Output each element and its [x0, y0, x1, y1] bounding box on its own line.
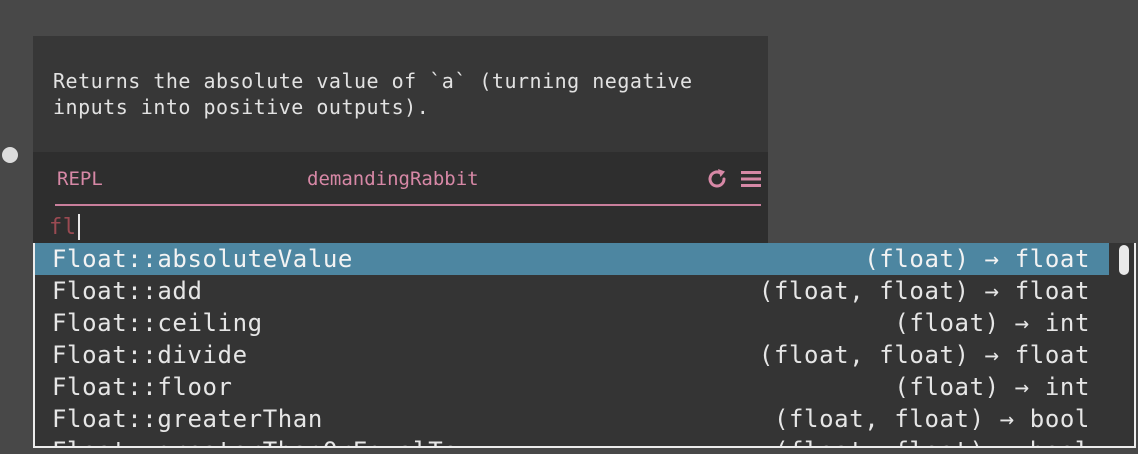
autocomplete-item[interactable]: Float::ceiling (float) → int	[35, 307, 1109, 339]
autocomplete-item[interactable]: Float::add (float, float) → float	[35, 275, 1109, 307]
autocomplete-item-signature: (float, float) → float	[758, 341, 1090, 369]
autocomplete-scrollbar[interactable]	[1119, 245, 1131, 441]
repl-header: REPL demandingRabbit	[55, 152, 761, 206]
hamburger-menu-icon[interactable]	[739, 167, 763, 191]
text-caret	[77, 214, 80, 240]
autocomplete-item[interactable]: Float::greaterThanOrEqualTo (float, float…	[35, 435, 1109, 446]
refresh-icon[interactable]	[705, 167, 729, 191]
autocomplete-item[interactable]: Float::absoluteValue (float) → float	[35, 243, 1109, 275]
handle-dot[interactable]	[2, 147, 18, 163]
handler-name[interactable]: demandingRabbit	[307, 168, 479, 190]
autocomplete-item-signature: (float) → float	[864, 245, 1090, 273]
autocomplete-item-name: Float::ceiling	[52, 309, 263, 337]
function-panel: Returns the absolute value of `a` (turni…	[33, 36, 768, 246]
scrollbar-thumb[interactable]	[1119, 245, 1129, 275]
repl-label: REPL	[57, 168, 103, 190]
autocomplete-item-name: Float::add	[52, 277, 203, 305]
autocomplete-dropdown: Float::absoluteValue (float) → float Float…	[33, 243, 1136, 448]
repl-input[interactable]: fl	[49, 210, 80, 244]
autocomplete-item-name: Float::floor	[52, 373, 233, 401]
autocomplete-item[interactable]: Float::divide (float, float) → float	[35, 339, 1109, 371]
autocomplete-item-name: Float::greaterThan	[52, 405, 323, 433]
autocomplete-item-signature: (float, float) → bool	[773, 405, 1090, 433]
repl-input-text[interactable]: fl	[49, 215, 77, 240]
autocomplete-item[interactable]: Float::greaterThan (float, float) → bool	[35, 403, 1109, 435]
autocomplete-item-signature: (float) → int	[894, 373, 1090, 401]
autocomplete-item-name: Float::greaterThanOrEqualTo	[52, 437, 458, 446]
autocomplete-item-signature: (float, float) → float	[758, 277, 1090, 305]
repl-box: REPL demandingRabbit fl	[33, 152, 768, 246]
autocomplete-item-signature: (float, float) → bool	[774, 437, 1090, 446]
autocomplete-item-signature: (float) → int	[894, 309, 1090, 337]
autocomplete-item[interactable]: Float::floor (float) → int	[35, 371, 1109, 403]
autocomplete-list: Float::absoluteValue (float) → float Float…	[35, 243, 1109, 446]
autocomplete-item-name: Float::absoluteValue	[52, 245, 353, 273]
function-description: Returns the absolute value of `a` (turni…	[53, 69, 693, 119]
autocomplete-item-name: Float::divide	[52, 341, 248, 369]
